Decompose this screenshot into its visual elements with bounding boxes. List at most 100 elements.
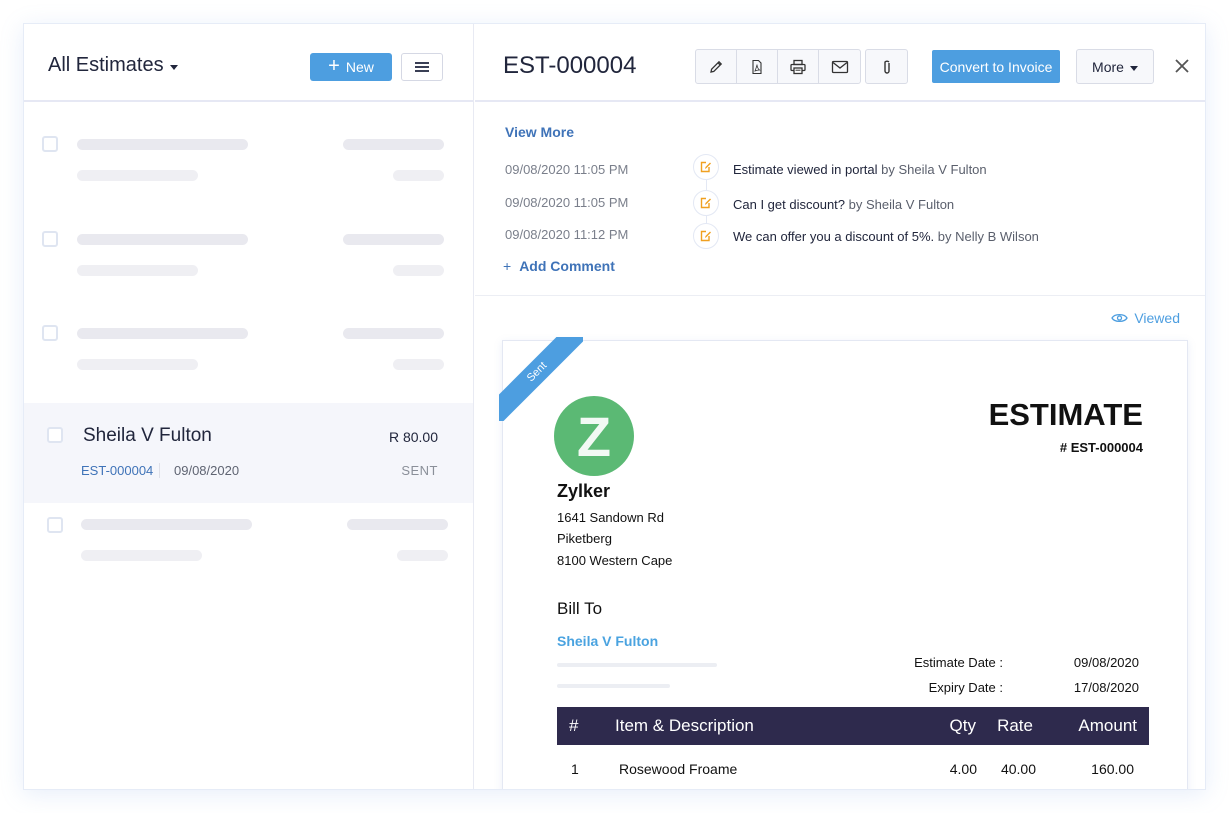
comment-icon	[693, 154, 719, 180]
comment-icon	[693, 190, 719, 216]
print-icon	[790, 59, 806, 74]
email-button[interactable]	[819, 50, 860, 83]
row-checkbox[interactable]	[42, 136, 58, 152]
bill-to-label: Bill To	[557, 599, 603, 618]
item-amount: 160.00	[1091, 761, 1134, 777]
expiry-date-value: 17/08/2020	[1073, 680, 1139, 695]
list-view-dropdown[interactable]: All Estimates	[48, 54, 178, 77]
item-description: Rosewood Froame	[619, 761, 738, 777]
organization-name: Zylker	[557, 481, 611, 501]
table-header: # Item & Description Qty Rate Amount	[557, 707, 1149, 745]
activity-text: Can I get discount? by Sheila V Fulton	[733, 197, 955, 212]
convert-to-invoice-button[interactable]: Convert to Invoice	[932, 50, 1060, 83]
estimate-document-preview: Sent Z Zylker 1641 Sandown Rd Piketberg …	[499, 337, 1188, 789]
address-line: 1641 Sandown Rd	[557, 510, 664, 525]
skeleton-line	[393, 170, 444, 181]
expiry-date-label: Expiry Date :	[928, 680, 1003, 695]
customer-name: Sheila V Fulton	[83, 425, 212, 446]
plus-icon: +	[503, 258, 512, 274]
activity-time: 09/08/2020 11:05 PM	[505, 162, 629, 177]
more-dropdown-button[interactable]: More	[1076, 49, 1154, 84]
list-item-selected[interactable]: Sheila V Fulton R 80.00 EST-000004 09/08…	[24, 403, 473, 503]
edit-button[interactable]	[696, 50, 737, 83]
skeleton-line	[393, 359, 444, 370]
estimate-title: EST-000004	[503, 52, 637, 79]
pdf-icon	[752, 59, 762, 74]
skeleton-line	[77, 328, 248, 339]
pdf-button[interactable]	[737, 50, 778, 83]
table-row: 1 Rosewood Froame 4.00 40.00 160.00	[557, 745, 1149, 789]
item-qty: 4.00	[949, 761, 977, 777]
column-header: Amount	[1078, 716, 1137, 735]
document-number: # EST-000004	[1059, 440, 1143, 455]
column-header: Rate	[997, 716, 1033, 735]
address-line: 8100 Western Cape	[557, 553, 673, 568]
add-comment-link[interactable]: + Add Comment	[503, 258, 615, 274]
eye-icon	[1111, 313, 1129, 323]
row-checkbox[interactable]	[42, 231, 58, 247]
list-item-placeholder[interactable]	[24, 313, 473, 403]
skeleton-line	[557, 663, 717, 667]
row-checkbox[interactable]	[47, 517, 63, 533]
status-badge: SENT	[401, 463, 438, 478]
estimate-date-value: 09/08/2020	[1073, 655, 1139, 670]
comment-icon	[693, 223, 719, 249]
estimate-number-link[interactable]: EST-000004	[81, 463, 161, 478]
list-menu-button[interactable]	[401, 53, 443, 81]
viewed-label: Viewed	[1134, 310, 1180, 326]
activity-timeline: View More 09/08/2020 11:05 PM Estimate v…	[475, 104, 1205, 296]
skeleton-line	[343, 234, 444, 245]
skeleton-line	[397, 550, 448, 561]
address-line: Piketberg	[557, 531, 612, 546]
document-title: ESTIMATE	[988, 397, 1143, 432]
attachment-icon	[883, 60, 890, 74]
row-checkbox[interactable]	[47, 427, 63, 443]
activity-time: 09/08/2020 11:12 PM	[505, 227, 629, 242]
edit-icon	[710, 60, 723, 73]
list-item-placeholder[interactable]	[24, 124, 473, 219]
column-header: Qty	[949, 716, 976, 735]
activity-entry: 09/08/2020 11:12 PM We can offer you a d…	[505, 223, 1205, 257]
skeleton-line	[77, 139, 248, 150]
close-button[interactable]	[1170, 54, 1194, 78]
list-header: All Estimates + New	[24, 24, 473, 102]
list-title: All Estimates	[48, 54, 164, 76]
activity-text: We can offer you a discount of 5%. by Ne…	[733, 229, 1039, 244]
activity-text: Estimate viewed in portal by Sheila V Fu…	[733, 162, 987, 177]
caret-down-icon	[169, 65, 178, 70]
skeleton-line	[77, 234, 248, 245]
skeleton-line	[77, 359, 198, 370]
list-item-placeholder[interactable]	[24, 503, 473, 593]
app-window: All Estimates + New Sheila V Fulton R 80…	[23, 23, 1206, 790]
estimate-amount: R 80.00	[388, 429, 438, 445]
item-number: 1	[571, 761, 579, 777]
skeleton-line	[343, 328, 444, 339]
skeleton-line	[557, 684, 670, 688]
estimate-date: 09/08/2020	[174, 463, 240, 478]
skeleton-line	[77, 170, 198, 181]
column-header: #	[569, 716, 579, 735]
company-logo: Z	[554, 396, 634, 476]
estimate-detail-panel: EST-000004 Convert to Invoice More View …	[475, 24, 1205, 789]
activity-entry: 09/08/2020 11:05 PM Can I get discount? …	[505, 190, 1205, 225]
print-button[interactable]	[778, 50, 819, 83]
estimate-date-label: Estimate Date :	[914, 655, 1003, 670]
activity-time: 09/08/2020 11:05 PM	[505, 195, 629, 210]
row-checkbox[interactable]	[42, 325, 58, 341]
logo-letter: Z	[576, 404, 612, 468]
bill-to-customer-link[interactable]: Sheila V Fulton	[557, 633, 658, 649]
close-icon	[1175, 59, 1189, 73]
skeleton-line	[343, 139, 444, 150]
list-item-placeholder[interactable]	[24, 219, 473, 314]
new-estimate-button[interactable]: + New	[310, 53, 392, 81]
line-items-table: # Item & Description Qty Rate Amount 1 R…	[557, 707, 1149, 789]
more-button-label: More	[1092, 58, 1124, 75]
attachment-button[interactable]	[865, 49, 908, 84]
viewed-status: Viewed	[1111, 310, 1180, 326]
estimates-list-panel: All Estimates + New Sheila V Fulton R 80…	[24, 24, 474, 789]
skeleton-line	[393, 265, 444, 276]
caret-down-icon	[1129, 66, 1138, 71]
column-header: Item & Description	[615, 716, 754, 735]
view-more-link[interactable]: View More	[505, 124, 574, 140]
item-rate: 40.00	[1000, 761, 1036, 777]
